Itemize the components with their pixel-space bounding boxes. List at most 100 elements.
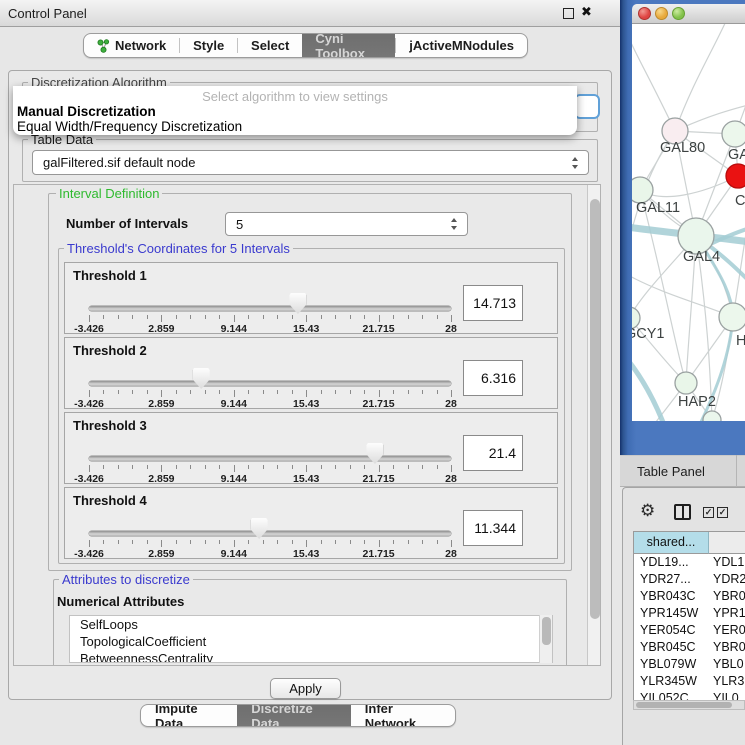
settings-vertical-scrollbar[interactable] bbox=[587, 185, 601, 666]
threshold-3-slider-track[interactable] bbox=[89, 456, 451, 461]
table-data-selected-value: galFiltered.sif default node bbox=[43, 155, 195, 170]
apply-button[interactable]: Apply bbox=[270, 678, 341, 699]
table-data-combobox[interactable]: galFiltered.sif default node bbox=[32, 150, 589, 175]
cell-shared-name[interactable]: YPR145W bbox=[634, 605, 709, 622]
slider-tick bbox=[248, 465, 249, 469]
table-row[interactable]: YBL079WYBL0 bbox=[634, 656, 745, 673]
threshold-2-value-field[interactable]: 6.316 bbox=[463, 360, 523, 396]
table-row[interactable]: YBR045CYBR0 bbox=[634, 639, 745, 656]
network-node-label: GAL4 bbox=[683, 249, 720, 265]
checkbox-icon[interactable]: ✓ bbox=[717, 507, 728, 518]
tab-select[interactable]: Select bbox=[238, 34, 302, 57]
cell-name[interactable]: YLR3 bbox=[709, 673, 745, 690]
cell-name[interactable]: YBL0 bbox=[709, 656, 745, 673]
cell-shared-name[interactable]: YBR045C bbox=[634, 639, 709, 656]
tab-jactivemnodules[interactable]: jActiveMNodules bbox=[396, 34, 527, 57]
slider-scale-labels: -3.4262.8599.14415.4321.71528 bbox=[89, 398, 451, 410]
threshold-2-box: Threshold 2 -3.4262.8599.14415.4321.7152… bbox=[64, 337, 558, 409]
cell-shared-name[interactable]: YDR27... bbox=[634, 571, 709, 588]
scrollbar-thumb[interactable] bbox=[542, 617, 551, 645]
table-row[interactable]: YBR043CYBR0 bbox=[634, 588, 745, 605]
tab-discretize-data[interactable]: Discretize Data bbox=[237, 705, 351, 726]
float-window-icon[interactable] bbox=[563, 8, 574, 19]
slider-tick bbox=[176, 465, 177, 469]
network-node[interactable] bbox=[719, 303, 745, 331]
threshold-4-slider-track[interactable] bbox=[89, 531, 451, 536]
table-horizontal-scrollbar[interactable] bbox=[633, 700, 745, 710]
number-of-intervals-label: Number of Intervals bbox=[66, 216, 188, 231]
attribute-list-item[interactable]: TopologicalCoefficient bbox=[70, 633, 552, 650]
tab-network[interactable]: Network bbox=[84, 34, 179, 57]
attributes-list-scrollbar[interactable] bbox=[539, 615, 552, 663]
cell-name[interactable]: YBR0 bbox=[709, 639, 745, 656]
table-row[interactable]: YPR145WYPR1 bbox=[634, 605, 745, 622]
cell-shared-name[interactable]: YBL079W bbox=[634, 656, 709, 673]
slider-tick bbox=[103, 390, 104, 394]
algorithm-combobox-focused[interactable] bbox=[574, 94, 600, 119]
dropdown-placeholder-option[interactable]: Select algorithm to view settings bbox=[13, 89, 577, 104]
checkbox-icon[interactable]: ✓ bbox=[703, 507, 714, 518]
scrollbar-thumb[interactable] bbox=[590, 199, 600, 619]
slider-tick bbox=[234, 465, 235, 472]
cell-shared-name[interactable]: YDL19... bbox=[634, 554, 709, 571]
slider-tick bbox=[437, 540, 438, 544]
tab-infer-network[interactable]: Infer Network bbox=[351, 705, 455, 726]
tab-cyni-toolbox[interactable]: Cyni Toolbox bbox=[302, 34, 395, 57]
slider-tick bbox=[234, 315, 235, 322]
dropdown-option-manual-discretization[interactable]: Manual Discretization bbox=[17, 104, 156, 119]
slider-ticks bbox=[89, 390, 451, 398]
table-row[interactable]: YER054CYER0 bbox=[634, 622, 745, 639]
cell-shared-name[interactable]: YBR043C bbox=[634, 588, 709, 605]
slider-tick bbox=[132, 315, 133, 319]
cell-name[interactable]: YPR1 bbox=[709, 605, 745, 622]
tab-impute-data[interactable]: Impute Data bbox=[141, 705, 237, 726]
cell-name[interactable]: YBR0 bbox=[709, 588, 745, 605]
zoom-traffic-light-icon[interactable] bbox=[672, 7, 685, 20]
table-row[interactable]: YDR27...YDR2 bbox=[634, 571, 745, 588]
minimize-traffic-light-icon[interactable] bbox=[655, 7, 668, 20]
slider-tick bbox=[219, 465, 220, 469]
attribute-list-item[interactable]: SelfLoops bbox=[70, 616, 552, 633]
tab-style[interactable]: Style bbox=[180, 34, 237, 57]
threshold-4-value-field[interactable]: 11.344 bbox=[463, 510, 523, 546]
cell-name[interactable]: YDL1 bbox=[709, 554, 745, 571]
numerical-attributes-list[interactable]: SelfLoopsTopologicalCoefficientBetweenne… bbox=[69, 615, 553, 663]
column-header-shared-name[interactable]: shared... bbox=[634, 532, 709, 554]
network-node[interactable] bbox=[722, 121, 745, 147]
threshold-1-slider-track[interactable] bbox=[89, 306, 451, 311]
threshold-1-box: Threshold 1 -3.4262.8599.14415.4321.7152… bbox=[64, 262, 558, 334]
slider-tick bbox=[292, 390, 293, 394]
number-of-intervals-value: 5 bbox=[236, 217, 243, 232]
slider-ticks bbox=[89, 465, 451, 473]
network-node-hap2[interactable] bbox=[675, 372, 697, 394]
tab-cyni-toolbox-label: Cyni Toolbox bbox=[315, 33, 382, 58]
thresholds-group-title: Threshold's Coordinates for 5 Intervals bbox=[64, 241, 293, 256]
table-row[interactable]: YDL19...YDL1 bbox=[634, 554, 745, 571]
settings-scrollpane: Interval Definition Number of Intervals … bbox=[13, 184, 601, 666]
cell-name[interactable]: YDR2 bbox=[709, 571, 745, 588]
close-icon[interactable]: ✖ bbox=[581, 5, 592, 20]
cell-shared-name[interactable]: YER054C bbox=[634, 622, 709, 639]
slider-tick bbox=[205, 315, 206, 319]
slider-scale-label: 2.859 bbox=[148, 473, 174, 485]
number-of-intervals-combobox[interactable]: 5 bbox=[225, 212, 468, 236]
table-row[interactable]: YLR345WYLR3 bbox=[634, 673, 745, 690]
split-columns-icon[interactable] bbox=[674, 504, 691, 520]
column-header-name[interactable]: na bbox=[709, 532, 745, 554]
network-view-canvas[interactable]: GAL80GACGAL11GAL4GCY1HHAP2 bbox=[632, 24, 745, 421]
close-traffic-light-icon[interactable] bbox=[638, 7, 651, 20]
slider-tick bbox=[277, 465, 278, 469]
cell-shared-name[interactable]: YLR345W bbox=[634, 673, 709, 690]
threshold-3-value-field[interactable]: 21.4 bbox=[463, 435, 523, 471]
threshold-1-value-field[interactable]: 14.713 bbox=[463, 285, 523, 321]
network-node[interactable] bbox=[726, 164, 745, 188]
dropdown-option-equal-width[interactable]: Equal Width/Frequency Discretization bbox=[17, 119, 242, 134]
slider-scale-labels: -3.4262.8599.14415.4321.71528 bbox=[89, 473, 451, 485]
scrollbar-thumb[interactable] bbox=[636, 702, 732, 708]
slider-tick bbox=[147, 315, 148, 319]
gear-icon[interactable]: ⚙ bbox=[640, 501, 655, 521]
cell-name[interactable]: YER0 bbox=[709, 622, 745, 639]
attribute-list-item[interactable]: BetweennessCentrality bbox=[70, 650, 552, 663]
slider-scale-label: 15.43 bbox=[293, 548, 319, 560]
threshold-2-slider-track[interactable] bbox=[89, 381, 451, 386]
